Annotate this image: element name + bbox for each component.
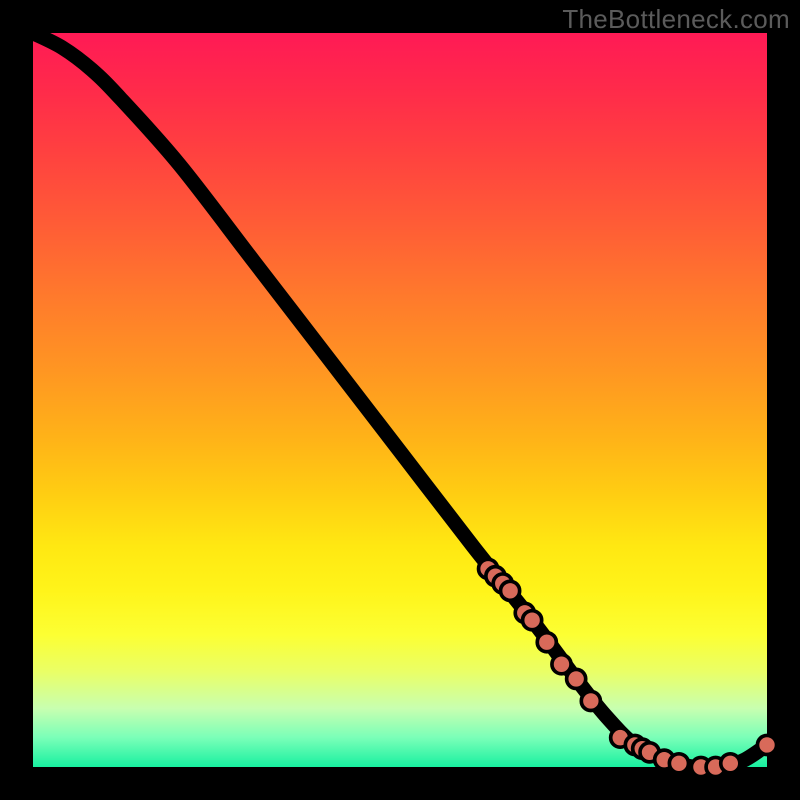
data-marker <box>757 735 776 754</box>
data-marker <box>501 581 520 600</box>
data-marker <box>669 754 688 773</box>
watermark-label: TheBottleneck.com <box>562 4 790 35</box>
data-marker <box>581 691 600 710</box>
data-marker <box>523 611 542 630</box>
marker-group <box>479 559 777 776</box>
curve-svg <box>33 33 767 767</box>
plot-area <box>33 33 767 767</box>
data-marker <box>567 669 586 688</box>
data-marker <box>537 633 556 652</box>
bottleneck-curve <box>33 33 767 768</box>
chart-frame: TheBottleneck.com <box>0 0 800 800</box>
data-marker <box>721 754 740 773</box>
